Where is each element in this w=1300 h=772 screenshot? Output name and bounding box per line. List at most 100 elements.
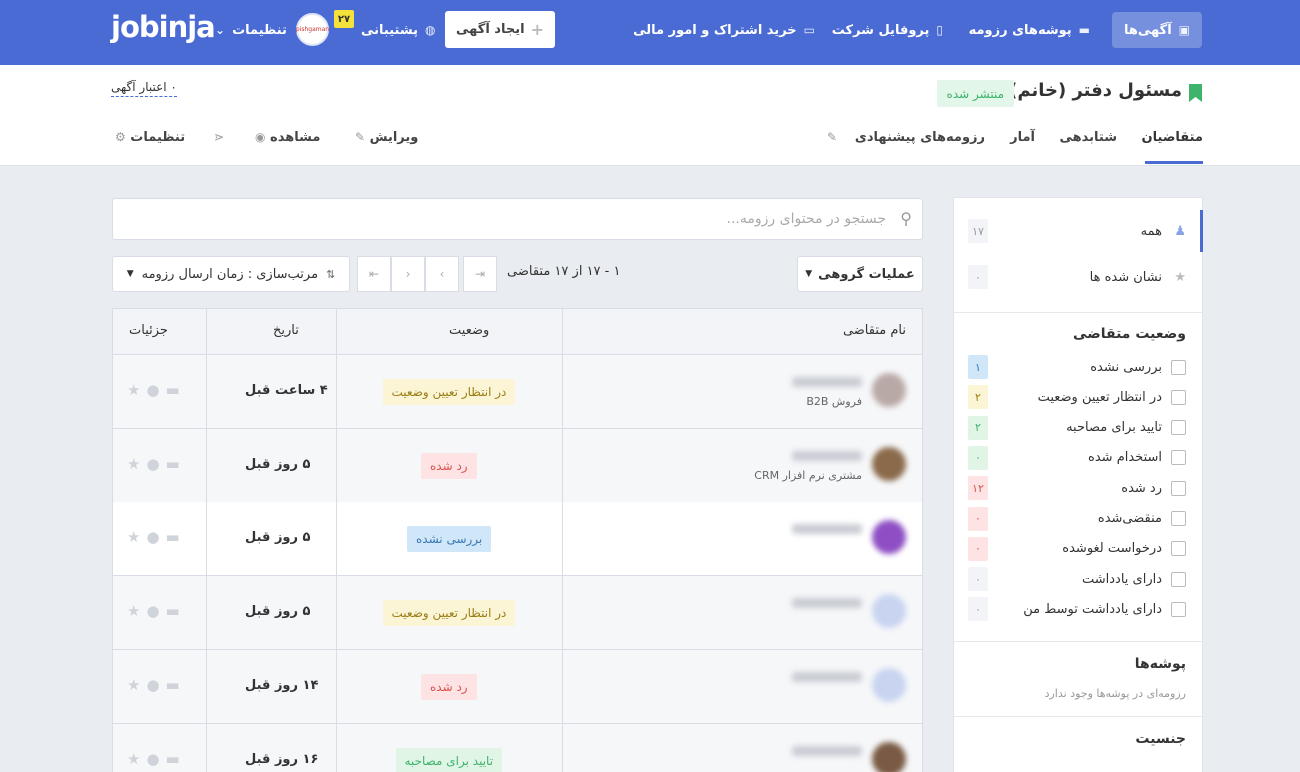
column-divider [336, 309, 337, 772]
table-row[interactable]: رد شده ۱۴ روز قبل ▬●★ [113, 649, 922, 724]
sort-dropdown[interactable]: ⇅ مرتب‌سازی : زمان ارسال رزومه ▼ [112, 256, 350, 292]
detail-actions: ▬●★ [127, 750, 186, 768]
status-checkbox[interactable] [1171, 389, 1186, 405]
applicant-status-badge[interactable]: در انتظار تعیین وضعیت [382, 379, 516, 405]
table-row[interactable]: فروش B2B در انتظار تعیین وضعیت ۴ ساعت قبل ▬… [113, 355, 922, 429]
table-row[interactable]: بررسی نشده ۵ روز قبل ▬●★ [113, 502, 922, 577]
comment-icon[interactable]: ● [146, 455, 165, 473]
applicant-status-badge[interactable]: بررسی نشده [407, 526, 492, 553]
filter-starred[interactable]: ★ نشان شده ها ۰ [954, 262, 1202, 292]
tab-stats[interactable]: آمار [1010, 130, 1035, 145]
applicants-table: نام متقاضی وضعیت تاریخ جزئیات فروش B2B در… [112, 308, 923, 772]
star-icon[interactable]: ★ [127, 750, 146, 768]
nav-ads-label: آگهی‌ها [1124, 22, 1172, 38]
star-icon[interactable]: ★ [127, 528, 146, 546]
comment-icon[interactable]: ● [146, 750, 165, 768]
status-filter-item[interactable]: رد شده ۱۲ [954, 473, 1202, 503]
table-row[interactable]: در انتظار تعیین وضعیت ۵ روز قبل ▬●★ [113, 576, 922, 651]
status-filter-item[interactable]: در انتظار تعیین وضعیت ۲ [954, 382, 1202, 412]
nav-ads[interactable]: ▣ آگهی‌ها [1112, 12, 1202, 48]
applicant-name-redacted[interactable] [792, 450, 862, 461]
folder-icon[interactable]: ▬ [166, 750, 186, 768]
applicant-name-redacted[interactable] [792, 745, 862, 756]
comment-icon[interactable]: ● [146, 602, 165, 620]
caret-down-icon: ▼ [126, 269, 134, 279]
last-page-button[interactable]: ⇤ [357, 256, 391, 292]
applicant-name-redacted[interactable] [792, 671, 862, 682]
comment-icon[interactable]: ● [146, 676, 165, 694]
status-filter-item[interactable]: استخدام شده ۰ [954, 443, 1202, 473]
first-page-icon: ⇥ [474, 267, 486, 281]
applicant-name-redacted[interactable] [792, 598, 862, 609]
comment-icon[interactable]: ● [146, 528, 165, 546]
tab-shortlist[interactable]: شتابدهی [1059, 130, 1117, 145]
folder-icon: ▬ [1078, 23, 1090, 37]
status-checkbox[interactable] [1171, 420, 1186, 436]
status-checkbox[interactable] [1171, 450, 1186, 466]
applicant-status-badge[interactable]: در انتظار تعیین وضعیت [382, 600, 516, 627]
applicant-status-badge[interactable]: تایید برای مصاحبه [395, 747, 503, 772]
prev-page-button[interactable]: › [425, 256, 459, 292]
nav-company-profile[interactable]: ▯ پروفایل شرکت [832, 12, 943, 48]
star-icon[interactable]: ★ [127, 455, 146, 473]
table-row[interactable]: تایید برای مصاحبه ۱۶ روز قبل ▬●★ [113, 723, 922, 772]
applicant-name-redacted[interactable] [792, 377, 862, 387]
nav-subscription-label: خرید اشتراک و امور مالی [633, 22, 797, 38]
folder-icon[interactable]: ▬ [166, 602, 186, 620]
status-filter-item[interactable]: منقضی‌شده ۰ [954, 504, 1202, 534]
comment-icon[interactable]: ● [146, 381, 165, 399]
avatar[interactable]: pishgaman [296, 13, 329, 46]
folder-icon[interactable]: ▬ [166, 381, 186, 399]
share-icon[interactable]: ⋖ [214, 130, 224, 144]
applicant-date: ۵ روز قبل [245, 456, 311, 472]
tab-view-label: مشاهده [270, 130, 321, 145]
star-icon[interactable]: ★ [127, 381, 146, 399]
tab-edit[interactable]: ویرایش ✎ [355, 130, 418, 145]
status-checkbox[interactable] [1171, 571, 1186, 587]
nav-support[interactable]: ◍ پشتیبانی [361, 12, 435, 48]
nav-subscription[interactable]: ▭ خرید اشتراک و امور مالی [633, 12, 815, 48]
tab-applicants[interactable]: متقاضیان [1142, 130, 1203, 145]
status-filter-item[interactable]: بررسی نشده ۱ [954, 352, 1202, 382]
chevron-down-icon: ⌄ [215, 23, 226, 37]
status-checkbox[interactable] [1171, 480, 1186, 496]
status-checkbox[interactable] [1171, 541, 1186, 557]
applicant-date: ۱۴ روز قبل [245, 677, 319, 693]
applicant-status-badge[interactable]: رد شده [421, 452, 477, 479]
bulk-actions-dropdown[interactable]: عملیات گروهی ▼ [797, 256, 923, 292]
folder-icon[interactable]: ▬ [166, 528, 186, 546]
gear-icon: ⚙ [115, 130, 126, 144]
tab-suggested-resumes[interactable]: رزومه‌های پیشنهادی [855, 130, 985, 145]
status-checkbox[interactable] [1171, 359, 1186, 375]
tab-view[interactable]: مشاهده ◉ [255, 130, 320, 145]
status-checkbox[interactable] [1171, 601, 1186, 617]
status-filter-item[interactable]: دارای یادداشت ۰ [954, 564, 1202, 594]
status-filter-item[interactable]: دارای یادداشت توسط من ۰ [954, 594, 1202, 624]
status-checkbox[interactable] [1171, 511, 1186, 526]
applicant-status-badge[interactable]: رد شده [421, 673, 477, 700]
table-row[interactable]: مشتری نرم افزار CRM رد شده ۵ روز قبل ▬●★ [113, 428, 922, 503]
star-icon[interactable]: ★ [127, 602, 146, 620]
ad-credit-link[interactable]: ۰ اعتبار آگهی [111, 80, 177, 97]
edit-suggested-icon[interactable]: ✎ [827, 130, 837, 144]
nav-company-profile-label: پروفایل شرکت [831, 22, 930, 38]
status-filter-label: منقضی‌شده [1097, 511, 1162, 526]
first-page-button[interactable]: ⇥ [463, 256, 497, 292]
next-page-button[interactable]: ‹ [391, 256, 425, 292]
status-filter-item[interactable]: درخواست لغوشده ۰ [954, 534, 1202, 564]
detail-actions: ▬●★ [127, 381, 186, 399]
status-filter-item[interactable]: تایید برای مصاحبه ۲ [954, 413, 1202, 443]
search-input[interactable] [146, 199, 886, 239]
star-icon[interactable]: ★ [127, 676, 146, 694]
nav-resume-folders[interactable]: ▬ پوشه‌های رزومه [969, 12, 1090, 48]
folder-icon[interactable]: ▬ [166, 455, 186, 473]
tab-settings[interactable]: تنظیمات ⚙ [115, 130, 185, 145]
folder-icon[interactable]: ▬ [166, 676, 186, 694]
create-ad-button[interactable]: + ایجاد آگهی [445, 11, 555, 48]
filter-all[interactable]: ♟ همه ۱۷ [954, 216, 1202, 246]
applicant-name-redacted[interactable] [792, 524, 862, 535]
nav-settings[interactable]: تنظیمات ⌄ [215, 12, 287, 48]
applicant-photo [872, 594, 906, 629]
jobinja-logo[interactable]: jobinja [111, 10, 216, 44]
create-ad-label: ایجاد آگهی [456, 22, 525, 37]
